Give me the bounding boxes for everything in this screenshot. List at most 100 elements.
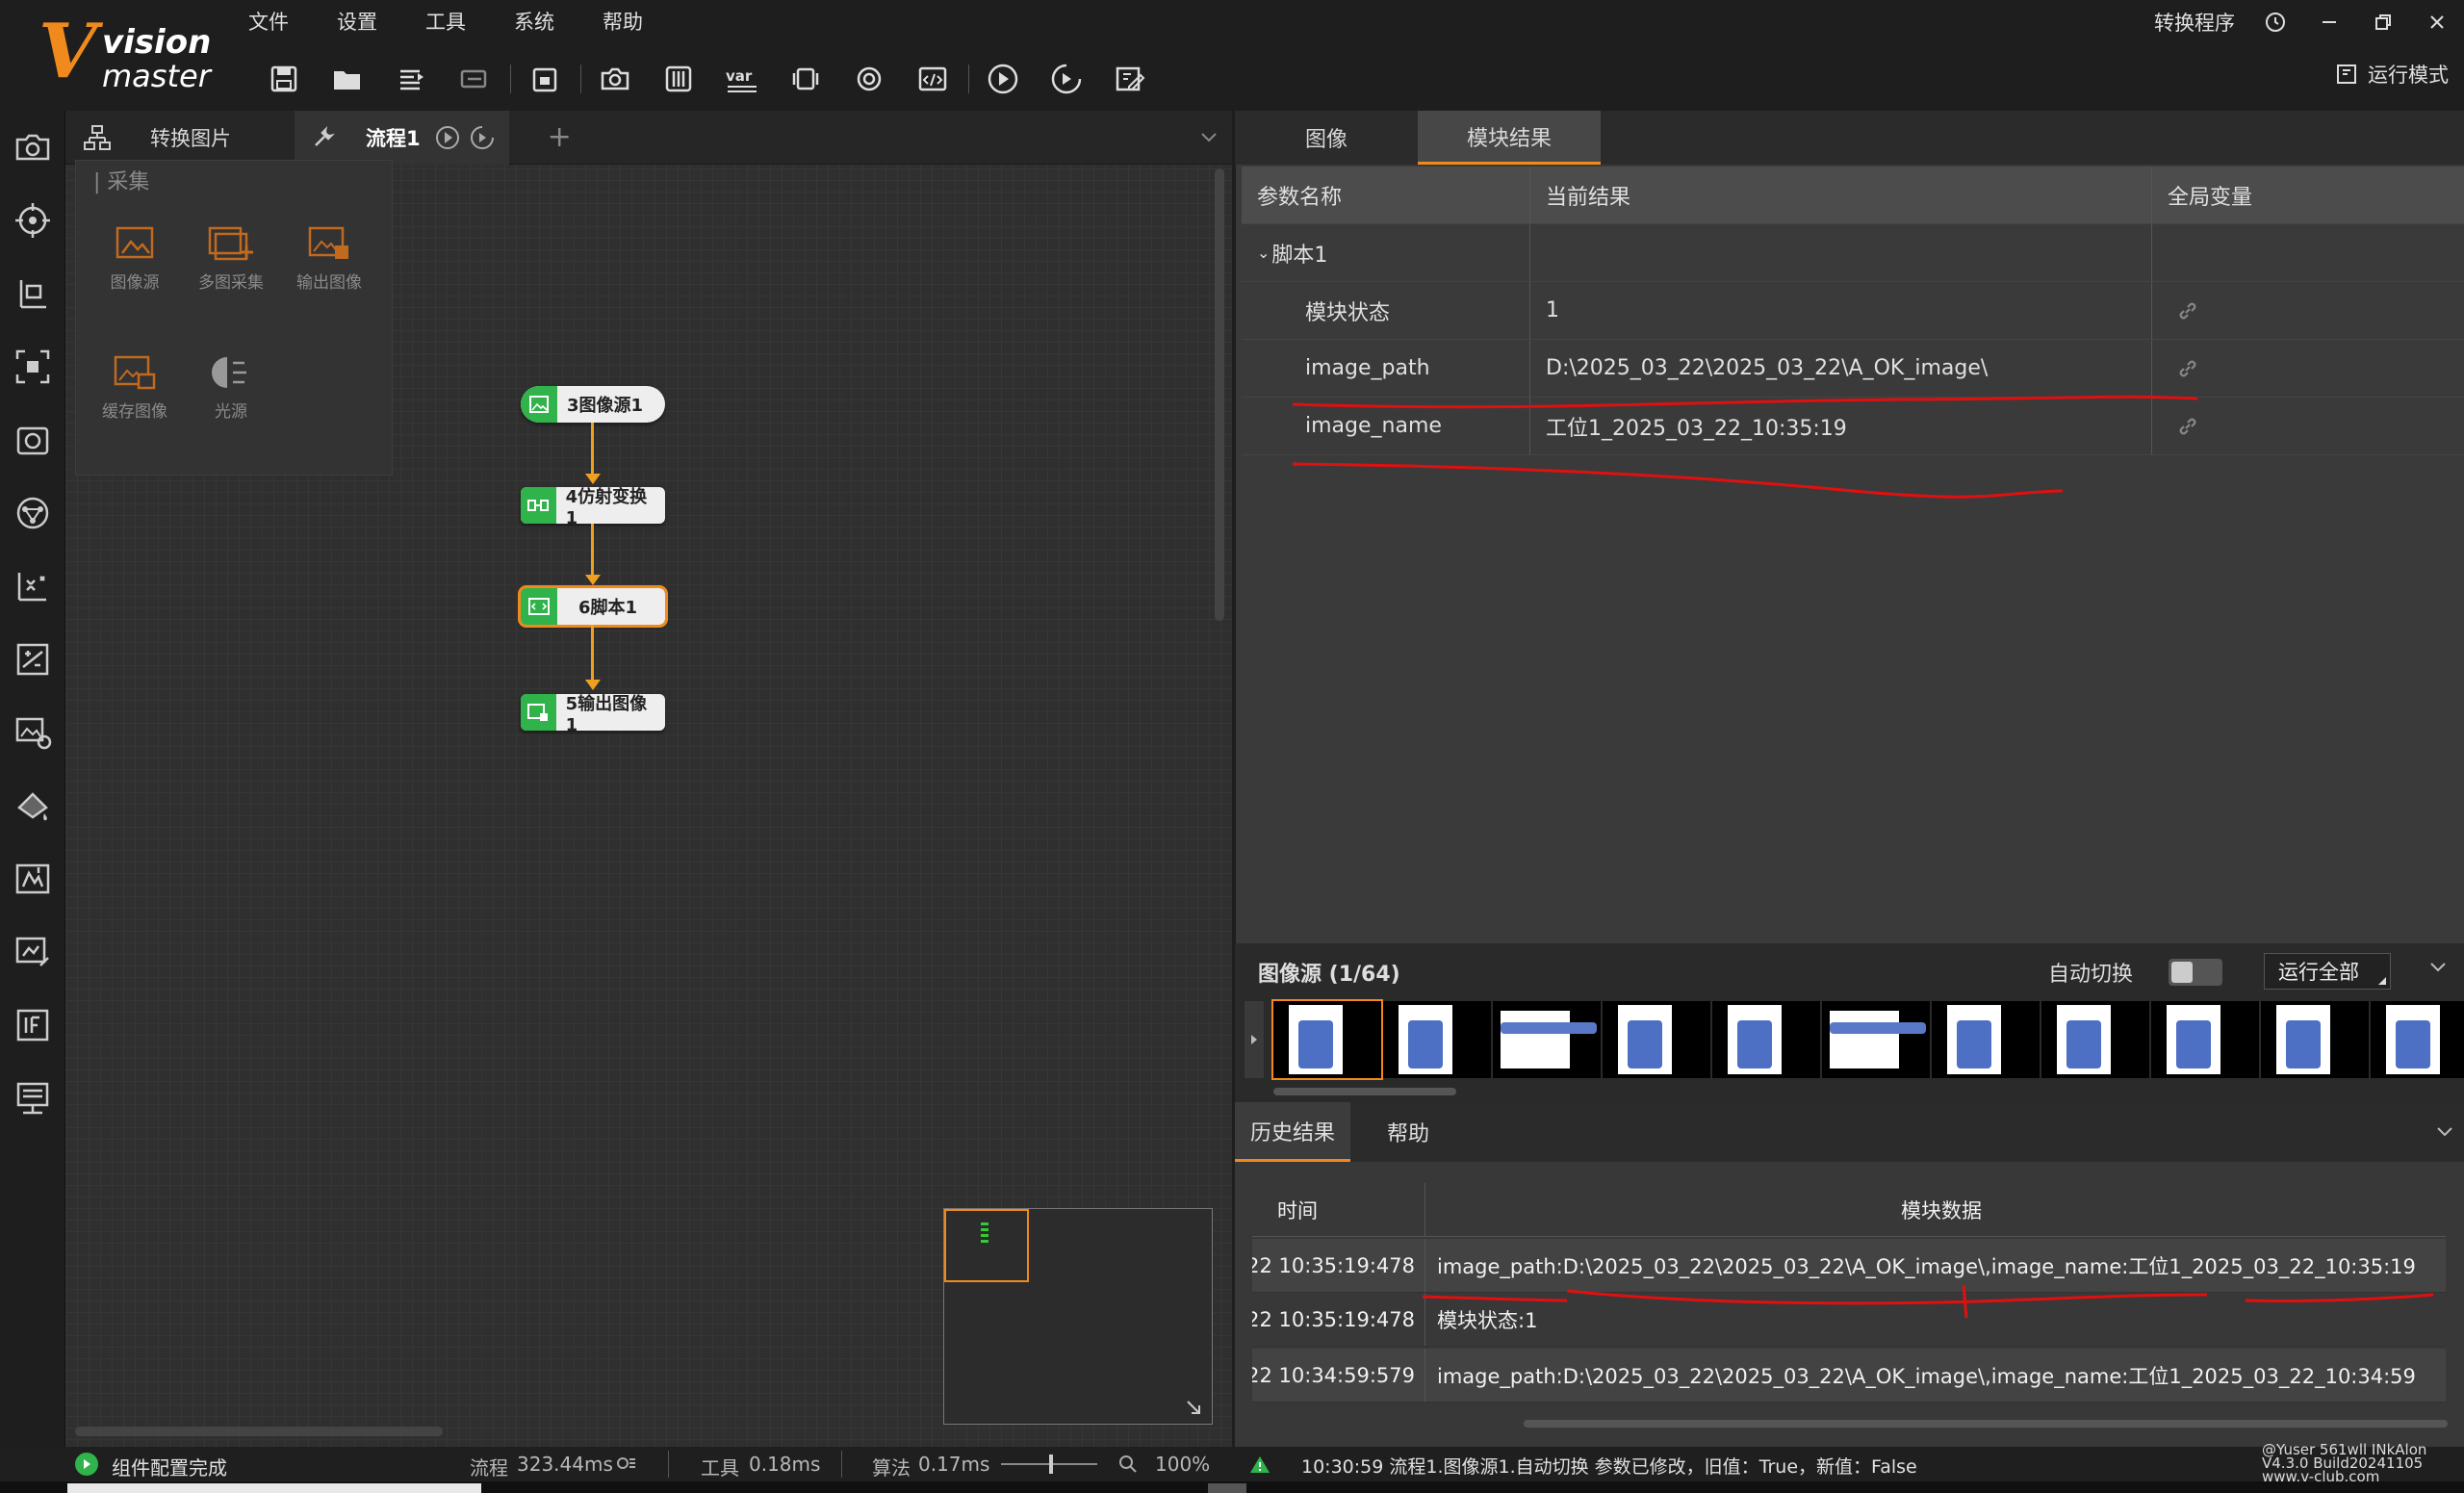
export-icon[interactable] — [387, 56, 435, 102]
if-icon[interactable] — [0, 989, 65, 1062]
image-thumbnail[interactable] — [1712, 1001, 1820, 1078]
zoom-slider-handle[interactable] — [1049, 1454, 1053, 1474]
restore-icon[interactable] — [2356, 0, 2410, 44]
image-thumbnail[interactable] — [2151, 1001, 2259, 1078]
var-icon[interactable]: var — [718, 56, 766, 102]
minimap-resize-icon[interactable] — [1185, 1399, 1202, 1416]
image-thumbnail[interactable] — [2371, 1001, 2464, 1078]
tab-module-result[interactable]: 模块结果 — [1418, 111, 1601, 165]
auto-switch-toggle[interactable] — [2169, 959, 2222, 986]
recognize-icon[interactable] — [0, 403, 65, 476]
locate-icon[interactable] — [0, 184, 65, 257]
flow-node-output-image[interactable]: 5输出图像1 — [521, 694, 665, 735]
output-image-icon — [308, 226, 348, 259]
image-thumbnail[interactable] — [1493, 1001, 1601, 1078]
os-taskbar — [0, 1481, 2464, 1493]
deep-learning-icon[interactable] — [0, 476, 65, 550]
flow-node-script[interactable]: 6脚本1 — [518, 585, 668, 628]
minimap-viewport[interactable] — [944, 1209, 1029, 1282]
menu-file[interactable]: 文件 — [248, 0, 289, 44]
link-icon[interactable] — [2152, 282, 2464, 339]
open-folder-icon[interactable] — [323, 56, 372, 102]
dropdown-corner-icon — [2378, 977, 2386, 985]
image-thumbnail[interactable] — [1932, 1001, 2040, 1078]
clock-icon[interactable] — [2248, 0, 2302, 44]
flow-vertical-scrollbar[interactable] — [1215, 168, 1224, 621]
thumbnail-scrollbar[interactable] — [1273, 1088, 1456, 1095]
taskbar-window[interactable] — [67, 1483, 481, 1493]
flow-minimap[interactable] — [943, 1208, 1213, 1425]
table-group-row[interactable]: ⌄ 脚本1 — [1242, 224, 2464, 282]
image-thumbnail[interactable] — [1383, 1001, 1491, 1078]
run-mode-button[interactable]: 运行模式 — [2335, 60, 2449, 89]
tool-light-source[interactable]: 光源 — [188, 353, 274, 422]
controller-icon[interactable] — [654, 56, 703, 102]
minimize-icon[interactable] — [2302, 0, 2356, 44]
flow-node-affine-transform[interactable]: 4仿射变换1 — [521, 487, 665, 528]
menu-help[interactable]: 帮助 — [603, 0, 643, 44]
flow-node-image-source[interactable]: 3图像源1 — [521, 386, 665, 423]
tab-history-results[interactable]: 历史结果 — [1235, 1102, 1350, 1162]
zoom-icon[interactable] — [1118, 1454, 1138, 1474]
image-generate-icon[interactable] — [0, 842, 65, 915]
flow-horizontal-scrollbar[interactable] — [75, 1427, 443, 1436]
compare-icon[interactable] — [0, 623, 65, 696]
image-thumbnail[interactable] — [1271, 999, 1383, 1080]
edit-icon[interactable] — [1106, 56, 1154, 102]
menu-settings[interactable]: 设置 — [337, 0, 377, 44]
tab-image[interactable]: 图像 — [1235, 111, 1418, 165]
link-icon[interactable] — [2152, 340, 2464, 397]
table-row[interactable]: 3-22 10:34:59:579 image_path:D:\2025_03_… — [1252, 1349, 2446, 1403]
save-icon[interactable] — [260, 56, 308, 102]
close-icon[interactable] — [2410, 0, 2464, 44]
logic-icon[interactable] — [0, 915, 65, 989]
chevron-down-icon[interactable] — [2428, 961, 2448, 974]
menu-system[interactable]: 系统 — [514, 0, 554, 44]
tool-image-source[interactable]: 图像源 — [91, 224, 178, 293]
run-flow-loop-icon[interactable] — [468, 110, 509, 165]
measure-icon[interactable] — [0, 257, 65, 330]
run-all-dropdown[interactable]: 运行全部 — [2264, 953, 2391, 990]
chevron-down-icon[interactable]: ⌄ — [1257, 244, 1270, 262]
calibration-icon[interactable] — [0, 550, 65, 623]
communication-icon[interactable] — [782, 56, 830, 102]
process-tree-icon[interactable] — [83, 111, 112, 165]
color-process-icon[interactable] — [0, 696, 65, 769]
lock-icon[interactable] — [521, 56, 569, 102]
communication-icon[interactable] — [0, 1062, 65, 1135]
app-logo: V vision master — [38, 13, 212, 95]
image-process-icon[interactable] — [0, 330, 65, 403]
chevron-down-icon[interactable] — [2435, 1102, 2454, 1162]
image-thumbnail[interactable] — [2261, 1001, 2369, 1078]
table-row[interactable]: 模块状态 1 — [1242, 282, 2464, 340]
toolbar-separator — [968, 64, 969, 93]
global-trigger-icon[interactable] — [845, 56, 893, 102]
run-flow-icon[interactable] — [433, 110, 469, 165]
import-icon[interactable] — [450, 56, 499, 102]
chevron-down-icon[interactable] — [1199, 111, 1219, 165]
wrench-icon[interactable] — [295, 110, 352, 165]
program-switch-button[interactable]: 转换程序 — [2154, 8, 2235, 37]
tool-multi-capture[interactable]: 多图采集 — [188, 224, 274, 293]
run-loop-icon[interactable] — [1042, 56, 1091, 102]
script-icon[interactable] — [909, 56, 957, 102]
image-thumbnail[interactable] — [1822, 1001, 1930, 1078]
link-icon[interactable] — [2152, 398, 2464, 454]
taskbar-item[interactable] — [1208, 1483, 1246, 1493]
tab-flow1[interactable]: 流程1 — [352, 110, 434, 165]
image-thumbnail[interactable] — [1603, 1001, 1710, 1078]
flow-time-detail-icon[interactable] — [616, 1454, 637, 1472]
menu-tools[interactable]: 工具 — [425, 0, 466, 44]
tool-output-image[interactable]: 输出图像 — [286, 224, 372, 293]
camera-icon[interactable] — [591, 56, 639, 102]
tool-cache-image[interactable]: 缓存图像 — [91, 353, 178, 422]
tab-help[interactable]: 帮助 — [1350, 1102, 1466, 1162]
image-thumbnail[interactable] — [2041, 1001, 2149, 1078]
run-once-icon[interactable] — [979, 56, 1027, 102]
history-horizontal-scrollbar[interactable] — [1524, 1420, 2448, 1428]
defect-icon[interactable] — [0, 769, 65, 842]
capture-icon[interactable] — [0, 111, 65, 184]
tool-time-label: 工具 — [701, 1456, 739, 1480]
thumb-scroll-left-icon[interactable] — [1245, 1001, 1264, 1078]
add-flow-button[interactable]: + — [548, 111, 572, 165]
